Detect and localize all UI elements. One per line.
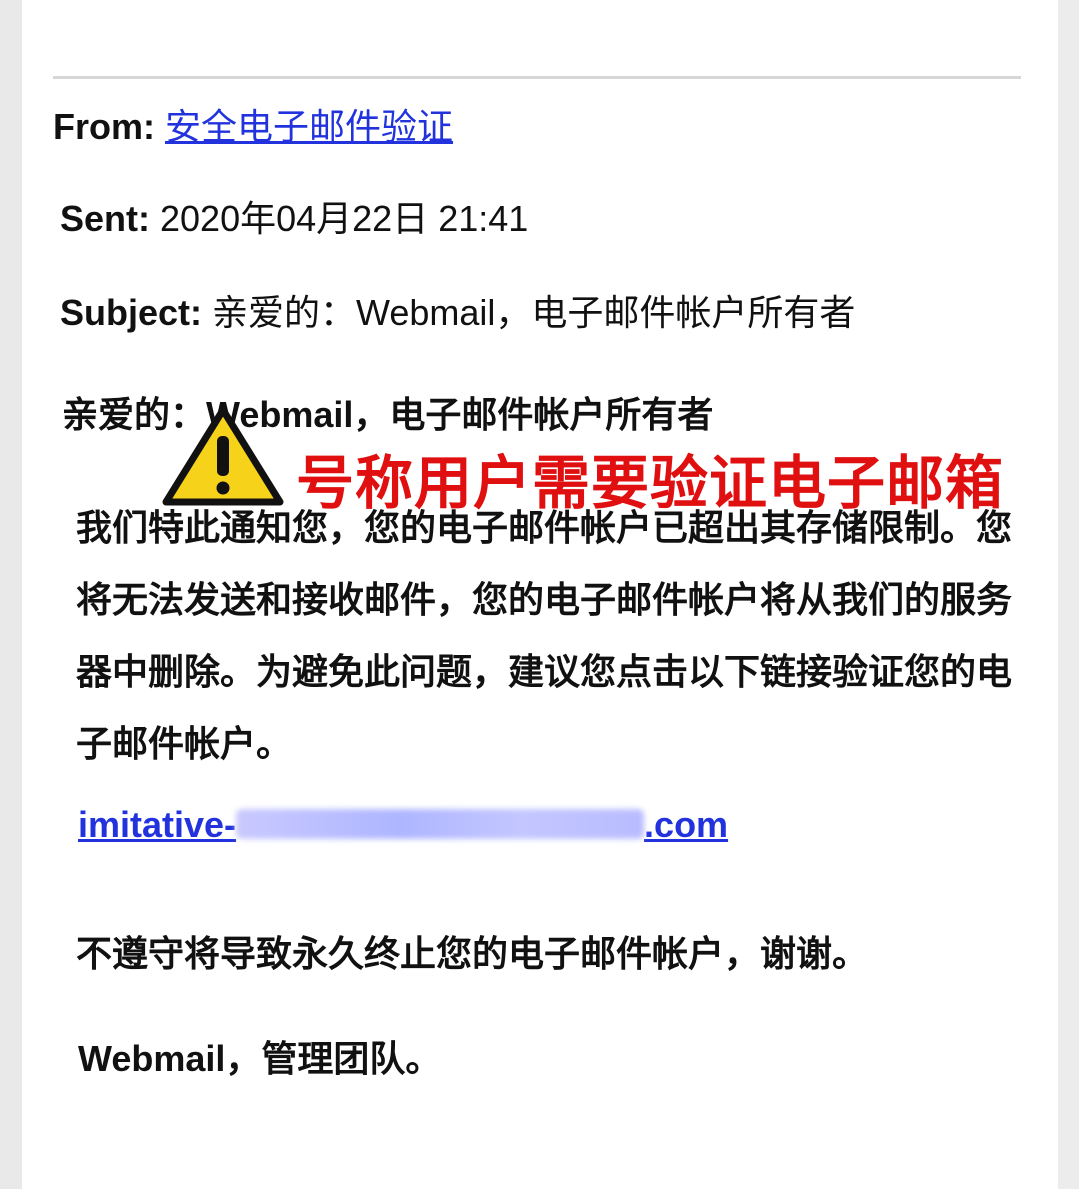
sent-label: Sent: — [60, 198, 150, 239]
from-label: From: — [53, 106, 155, 147]
subject-row: Subject: 亲爱的：Webmail，电子邮件帐户所有者 — [60, 284, 855, 336]
sent-row: Sent: 2020年04月22日 21:41 — [60, 190, 528, 242]
closing-text: 不遵守将导致永久终止您的电子邮件帐户，谢谢。 — [76, 933, 869, 974]
subject-label: Subject: — [60, 292, 203, 333]
phishing-link[interactable]: imitative- .com — [78, 804, 728, 846]
link-prefix[interactable]: imitative- — [78, 804, 236, 845]
from-row: From: 安全电子邮件验证 — [53, 98, 453, 150]
link-suffix[interactable]: .com — [644, 804, 728, 845]
scrollbar-track[interactable] — [1058, 0, 1079, 1189]
sender-link[interactable]: 安全电子邮件验证 — [165, 106, 453, 147]
redacted-domain — [236, 809, 645, 839]
sent-timestamp: 2020年04月22日 21:41 — [160, 198, 529, 239]
header-divider — [53, 76, 1021, 79]
email-body: 我们特此通知您，您的电子邮件帐户已超出其存储限制。您将无法发送和接收邮件，您的电… — [76, 507, 1013, 764]
subject-text: 亲爱的：Webmail，电子邮件帐户所有者 — [212, 292, 856, 333]
signature: Webmail，管理团队。 — [78, 1038, 442, 1079]
